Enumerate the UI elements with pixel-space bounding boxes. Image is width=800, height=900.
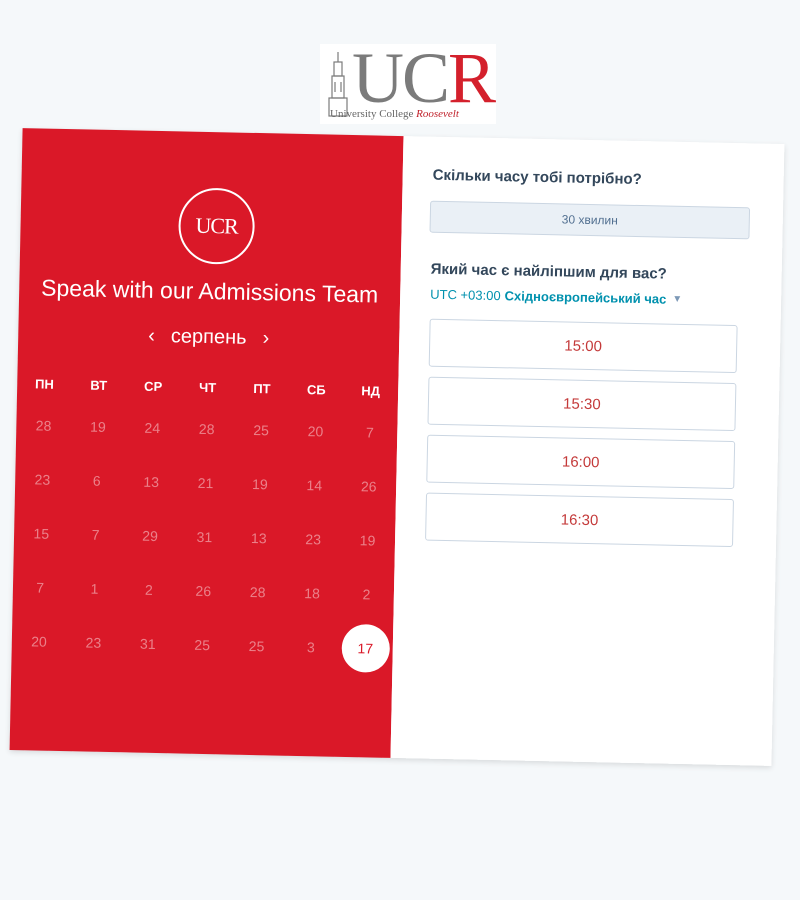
day-cell[interactable]: 2 <box>122 581 177 598</box>
day-cell[interactable]: 15 <box>14 525 69 542</box>
weekday-label: НД <box>361 382 381 399</box>
day-cell[interactable]: 20 <box>12 633 67 650</box>
logo-tagline: University College Roosevelt <box>330 108 459 120</box>
day-cell[interactable]: 28 <box>179 420 234 437</box>
duration-question: Скільки часу тобі потрібно? <box>432 166 642 189</box>
logo-letters: UCR <box>352 38 496 118</box>
day-cell[interactable]: 28 <box>16 417 71 434</box>
day-cell[interactable]: 31 <box>120 635 175 652</box>
ucr-logo: UCR University College Roosevelt <box>320 38 496 124</box>
day-cell[interactable]: 26 <box>176 582 231 599</box>
week-row: 23 6 13 21 19 14 26 <box>15 452 397 514</box>
weekday-label: СБ <box>306 381 326 397</box>
day-cell[interactable]: 24 <box>125 419 180 436</box>
day-cell[interactable]: 31 <box>177 528 232 545</box>
selected-day-label: 17 <box>357 640 374 657</box>
weekday-label: ПТ <box>253 380 271 396</box>
chevron-right-icon[interactable]: › <box>262 327 269 350</box>
weekday-label: ВТ <box>90 377 108 393</box>
week-row: 15 7 29 31 13 23 19 <box>14 506 396 568</box>
timezone-offset: UTC +03:00 <box>430 286 501 304</box>
timezone-name: Східноєвропейський час <box>504 288 667 307</box>
weekday-label: СР <box>144 378 163 394</box>
day-cell[interactable]: 7 <box>68 526 123 543</box>
month-nav: ‹ серпень › <box>18 318 400 356</box>
time-slot-button[interactable]: 15:00 <box>428 318 738 374</box>
booking-card: UCR Speak with our Admissions Team ‹ сер… <box>9 128 785 766</box>
day-cell[interactable]: 2 <box>339 586 394 603</box>
calendar-panel: UCR Speak with our Admissions Team ‹ сер… <box>9 128 404 758</box>
avatar-text: UCR <box>195 212 238 239</box>
calendar-grid: ПН ВТ СР ЧТ ПТ СБ НД 28 19 24 28 25 20 7… <box>11 368 398 676</box>
week-row: 28 19 24 28 25 20 7 <box>16 398 398 460</box>
day-cell[interactable]: 3 <box>284 639 339 656</box>
day-cell[interactable]: 18 <box>285 585 340 602</box>
time-slot-button[interactable]: 16:30 <box>425 492 734 548</box>
time-question: Який час є найліпшим для вас? <box>430 260 667 283</box>
booking-panel: Скільки часу тобі потрібно? 30 хвилин Як… <box>390 136 785 766</box>
day-cell[interactable]: 7 <box>342 424 397 441</box>
day-cell[interactable]: 20 <box>288 423 343 440</box>
day-cell[interactable]: 28 <box>230 584 285 601</box>
day-cell-selected[interactable]: 17 <box>338 640 393 657</box>
chevron-left-icon[interactable]: ‹ <box>148 324 155 347</box>
day-cell[interactable]: 25 <box>234 422 289 439</box>
duration-button[interactable]: 30 хвилин <box>429 200 751 240</box>
avatar: UCR <box>177 187 256 265</box>
weekday-label: ПН <box>34 375 54 392</box>
caret-down-icon: ▼ <box>672 293 683 305</box>
day-cell[interactable]: 19 <box>71 418 126 435</box>
day-cell[interactable]: 25 <box>175 636 230 653</box>
timezone-select[interactable]: UTC +03:00 Східноєвропейський час ▼ <box>430 287 682 307</box>
day-cell[interactable]: 13 <box>231 530 286 547</box>
day-cell[interactable]: 26 <box>341 478 396 495</box>
day-cell[interactable]: 19 <box>340 532 395 549</box>
week-row: 7 1 2 26 28 18 2 <box>12 560 394 622</box>
day-cell[interactable]: 7 <box>13 579 68 596</box>
time-slot-button[interactable]: 16:00 <box>426 434 736 490</box>
day-cell[interactable]: 21 <box>178 474 233 491</box>
page-title: Speak with our Admissions Team <box>40 274 379 308</box>
day-cell[interactable]: 13 <box>124 473 179 490</box>
day-cell[interactable]: 23 <box>15 471 70 488</box>
day-cell[interactable]: 23 <box>66 634 121 651</box>
day-cell[interactable]: 19 <box>233 476 288 493</box>
day-cell[interactable]: 1 <box>67 580 122 597</box>
weekday-label: ЧТ <box>198 379 217 395</box>
week-row: 20 23 31 25 25 3 17 <box>11 614 393 676</box>
time-slot-button[interactable]: 15:30 <box>427 376 737 432</box>
day-cell[interactable]: 6 <box>69 472 124 489</box>
day-cell[interactable]: 14 <box>287 477 342 494</box>
day-cell[interactable]: 23 <box>286 531 341 548</box>
time-slot-list: 15:00 15:30 16:00 16:30 <box>425 318 738 557</box>
day-cell[interactable]: 29 <box>123 527 178 544</box>
month-label: серпень <box>170 324 247 349</box>
day-cell[interactable]: 25 <box>229 638 284 655</box>
